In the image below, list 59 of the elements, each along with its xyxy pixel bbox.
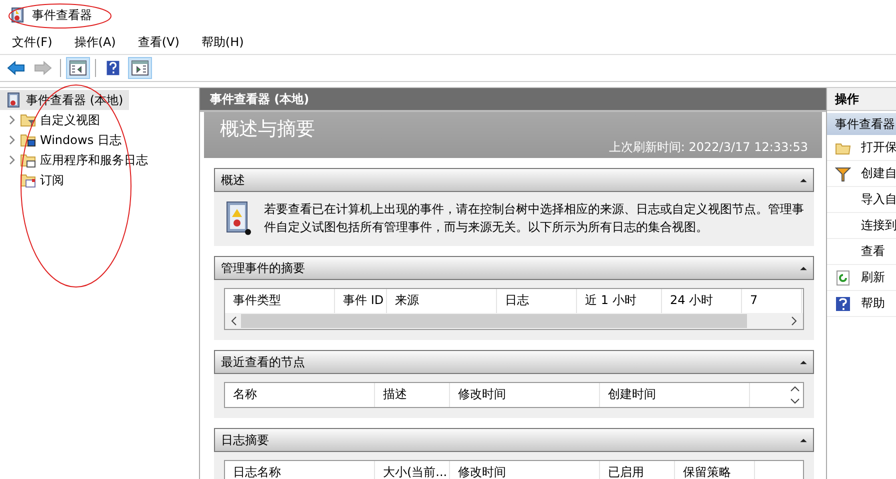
section-header[interactable]: 最近查看的节点 xyxy=(214,350,814,374)
action-link[interactable]: 导入自 xyxy=(861,191,896,208)
app-icon xyxy=(10,7,26,23)
pane-toggle-button[interactable] xyxy=(66,57,90,79)
folder-icon xyxy=(20,132,36,148)
menu-item[interactable]: 操作(A) xyxy=(74,34,116,50)
action-link[interactable]: 查看 xyxy=(861,243,885,260)
column-header[interactable]: 日志名称 xyxy=(225,461,375,479)
folder-icon xyxy=(20,112,36,128)
collapse-icon xyxy=(800,178,807,182)
action-link[interactable]: 帮助 xyxy=(861,295,885,312)
pane-icon xyxy=(131,60,149,76)
scroll-up-icon[interactable] xyxy=(790,386,800,392)
folder-icon xyxy=(20,172,36,188)
pane-icon xyxy=(69,60,87,76)
collapse-icon xyxy=(800,438,807,442)
tree-item[interactable]: Windows 日志 xyxy=(0,130,199,150)
pane-toggle-button[interactable] xyxy=(128,57,152,79)
help-icon xyxy=(835,296,851,312)
menu-item[interactable]: 文件(F) xyxy=(12,34,52,50)
scroll-down-icon[interactable] xyxy=(790,398,800,404)
column-header[interactable]: 修改时间 xyxy=(450,461,600,479)
forward-arrow-icon xyxy=(34,60,52,76)
event-log-icon xyxy=(6,92,22,108)
column-header[interactable]: 大小(当前... xyxy=(375,461,450,479)
collapse-icon xyxy=(800,266,807,270)
column-header[interactable]: 创建时间 xyxy=(600,383,750,407)
action-link[interactable]: 创建自 xyxy=(861,165,896,182)
back-arrow-icon xyxy=(7,60,25,76)
page-title: 概述与摘要 xyxy=(220,117,315,142)
collapse-icon xyxy=(800,360,807,364)
horizontal-scrollbar[interactable] xyxy=(225,313,803,329)
section-header[interactable]: 概述 xyxy=(214,168,814,192)
action-link[interactable]: 连接到 xyxy=(861,217,896,234)
column-header[interactable]: 名称 xyxy=(225,383,375,407)
tree-item[interactable]: 自定义视图 xyxy=(0,110,199,130)
scroll-left-icon[interactable] xyxy=(231,316,237,326)
column-header[interactable]: 修改时间 xyxy=(450,383,600,407)
pane-header: 事件查看器 (本地) xyxy=(200,88,826,112)
folder-icon xyxy=(20,152,36,168)
action-group-header[interactable]: 事件查看器 xyxy=(827,113,896,135)
refresh-icon xyxy=(835,270,851,286)
action-link[interactable]: 刷新 xyxy=(861,269,885,286)
menu-item[interactable]: 查看(V) xyxy=(138,34,180,50)
description-text: 若要查看已在计算机上出现的事件，请在控制台树中选择相应的来源、日志或自定义视图节点。管理事件自定义试图包括所有管理事件，而与来源无关。以下所示为所有日志的集合视图。 xyxy=(264,201,804,236)
tree-item[interactable]: 订阅 xyxy=(0,170,199,190)
pane-header: 操作 xyxy=(827,88,896,111)
help-icon xyxy=(104,60,122,76)
column-header[interactable]: 保留策略 xyxy=(675,461,755,479)
column-header[interactable]: 描述 xyxy=(375,383,450,407)
menu-item[interactable]: 帮助(H) xyxy=(201,34,244,50)
event-log-icon xyxy=(224,200,252,236)
refresh-time: 上次刷新时间: 2022/3/17 12:33:53 xyxy=(608,139,808,156)
window-title: 事件查看器 xyxy=(32,6,92,24)
section-header[interactable]: 日志摘要 xyxy=(214,428,814,452)
column-header[interactable]: 已启用 xyxy=(600,461,675,479)
filter-icon xyxy=(835,166,851,182)
section-header[interactable]: 管理事件的摘要 xyxy=(214,256,814,280)
scroll-right-icon[interactable] xyxy=(791,316,797,326)
